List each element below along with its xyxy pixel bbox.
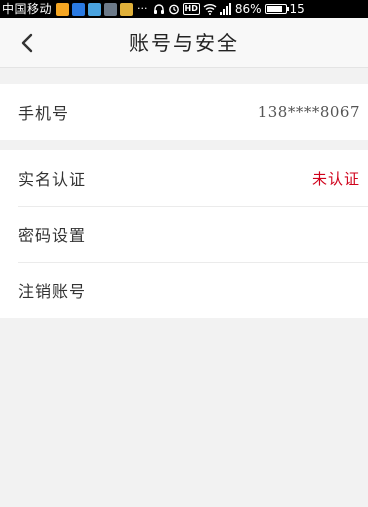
phone-number-value: 138****8067: [257, 103, 360, 121]
phone-number-row[interactable]: 手机号 138****8067: [0, 84, 368, 140]
notification-app-icon: [120, 2, 134, 16]
cancel-account-row[interactable]: 注销账号: [0, 262, 368, 318]
wifi-icon: [203, 3, 217, 15]
battery-level: [266, 6, 282, 12]
signal-icon: [219, 3, 232, 15]
verification-status: 未认证: [311, 169, 360, 188]
phone-number-label: 手机号: [18, 104, 70, 123]
status-left: 中国移动 ···: [0, 0, 151, 18]
notification-paw-icon: [72, 2, 86, 16]
password-settings-label: 密码设置: [18, 226, 87, 245]
notification-app-icon: [56, 2, 70, 16]
alarm-clock-icon: [168, 3, 180, 15]
status-bar: 中国移动 ··· HD 86% 15: [0, 0, 368, 18]
real-name-verification-row[interactable]: 实名认证 未认证: [0, 150, 368, 206]
navigation-header: 账号与安全: [0, 18, 368, 68]
security-section: 实名认证 未认证 密码设置 注销账号: [0, 150, 368, 318]
page-title: 账号与安全: [129, 31, 239, 55]
carrier-name: 中国移动: [2, 2, 53, 16]
cancel-account-label: 注销账号: [18, 282, 87, 301]
password-settings-row[interactable]: 密码设置: [0, 206, 368, 262]
status-right: HD 86% 15: [153, 0, 305, 18]
headphones-icon: [153, 3, 165, 15]
phone-section: 手机号 138****8067: [0, 84, 368, 140]
notification-app-icon: [88, 2, 102, 16]
clock-time: 15: [289, 2, 305, 16]
real-name-verification-label: 实名认证: [18, 170, 87, 189]
notification-app-icon: [104, 2, 118, 16]
battery-percent: 86%: [234, 2, 262, 16]
battery-icon: [264, 4, 289, 14]
more-notifications-icon: ···: [137, 2, 148, 15]
hd-voice-badge: HD: [182, 3, 200, 15]
